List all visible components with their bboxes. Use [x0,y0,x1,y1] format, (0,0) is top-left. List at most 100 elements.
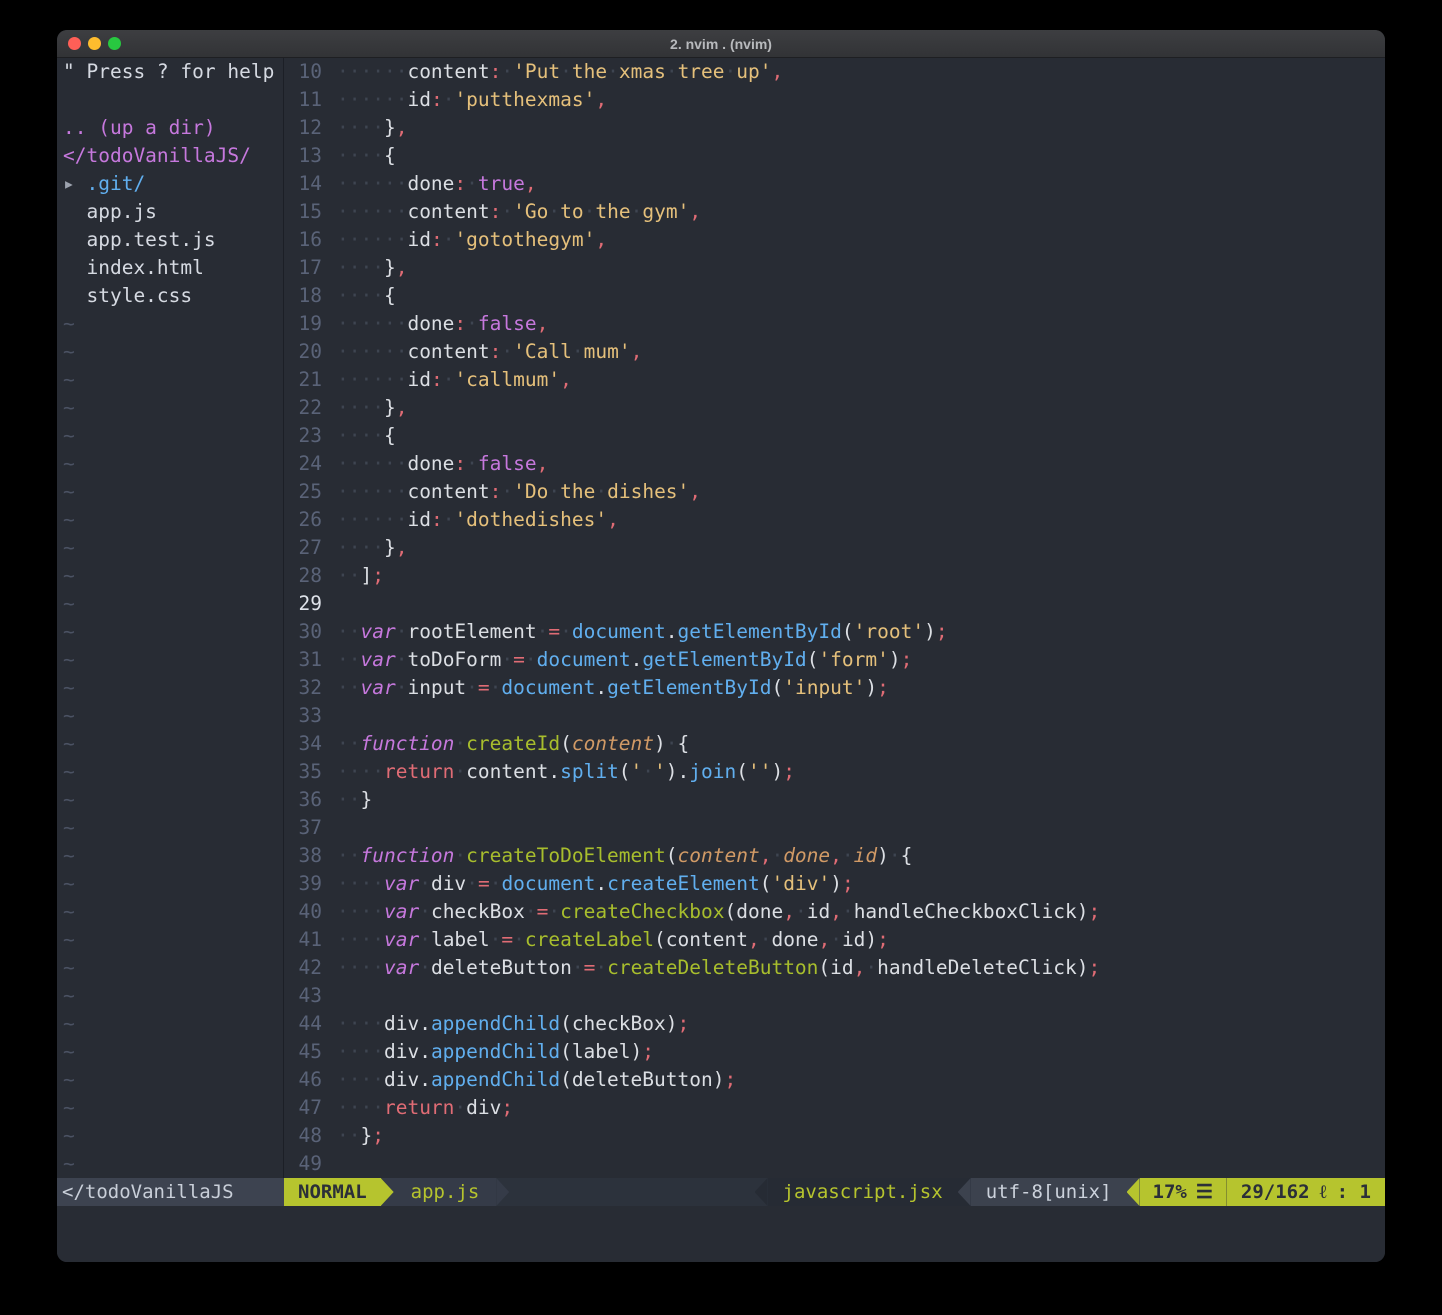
code-line-25[interactable]: 25 ······content:·'Do·the·dishes', [284,478,1385,506]
empty-line-tilde: ~ [63,310,283,338]
blank-line [63,86,283,114]
line-number: 26 [284,506,322,534]
empty-line-tilde: ~ [63,926,283,954]
line-number: 48 [284,1122,322,1150]
mode-indicator: NORMAL [284,1178,381,1206]
powerline-arrow-icon [755,1178,768,1206]
line-number: 17 [284,254,322,282]
code-line-15[interactable]: 15······content:·'Go·to·the·gym', [284,198,1385,226]
code-line-16[interactable]: 16······id:·'gotothegym', [284,226,1385,254]
code-text: ····}, [337,114,407,142]
code-line-31[interactable]: 31··var·toDoForm·=·document.getElementBy… [284,646,1385,674]
code-text: ····{ [337,142,396,170]
code-line-19[interactable]: 19······done:·false, [284,310,1385,338]
editor-buffer[interactable]: 10······content:·'Put·the·xmas·tree·up',… [284,58,1385,1178]
line-number: 25 [284,478,322,506]
code-text: ····{ [337,282,396,310]
code-line-28[interactable]: 28··]; [284,562,1385,590]
code-text: ····return·div; [337,1094,513,1122]
code-text: ····div.appendChild(deleteButton); [337,1066,736,1094]
lines-icon: ☰ [1196,1178,1213,1206]
code-line-44[interactable]: 44····div.appendChild(checkBox); [284,1010,1385,1038]
line-number: 23 [284,422,322,450]
code-line-46[interactable]: 46····div.appendChild(deleteButton); [284,1066,1385,1094]
code-line-38[interactable]: 38··function·createToDoElement(content,·… [284,842,1385,870]
code-line-23[interactable]: 23 ····{ [284,422,1385,450]
code-line-10[interactable]: 10······content:·'Put·the·xmas·tree·up', [284,58,1385,86]
code-line-37[interactable]: 37 [284,814,1385,842]
code-line-22[interactable]: 22····}, [284,394,1385,422]
code-line-24[interactable]: 24······done:·false, [284,450,1385,478]
code-line-45[interactable]: 45····div.appendChild(label); [284,1038,1385,1066]
line-number: 44 [284,1010,322,1038]
code-text: ······done:·false, [337,310,548,338]
line-number: 37 [284,814,322,842]
statusline: </todoVanillaJS NORMAL app.js javascript… [57,1178,1385,1206]
code-line-34[interactable]: 34··function·createId(content)·{ [284,730,1385,758]
code-line-43[interactable]: 43 [284,982,1385,1010]
code-line-35[interactable]: 35····return·content.split('·').join('')… [284,758,1385,786]
code-line-29[interactable]: 29 [284,590,1385,618]
line-number: 42 [284,954,322,982]
code-line-42[interactable]: 42 ····var·deleteButton·=·createDeleteBut… [284,954,1385,982]
expand-arrow-icon: ▸ [63,172,86,195]
code-line-41[interactable]: 41····var·label·=·createLabel(content,·d… [284,926,1385,954]
code-text: ······done:·true, [337,170,537,198]
code-line-11[interactable]: 11 ······id:·'putthexmas', [284,86,1385,114]
code-line-27[interactable]: 27····}, [284,534,1385,562]
line-number: 34 [284,730,322,758]
code-line-21[interactable]: 21······id:·'callmum', [284,366,1385,394]
line-number: 38 [284,842,322,870]
netrw-current-dir: </todoVanillaJS/ [63,142,283,170]
code-text: ······id:·'putthexmas', [337,86,607,114]
code-text: ····var·deleteButton·=·createDeleteButto… [337,954,1100,982]
code-line-47[interactable]: 47····return·div; [284,1094,1385,1122]
empty-line-tilde: ~ [63,954,283,982]
line-number-icon: ℓ [1320,1178,1327,1206]
code-line-20[interactable]: 20······content:·'Call·mum', [284,338,1385,366]
line-number: 32 [284,674,322,702]
explorer-item-style-css[interactable]: style.css [63,282,283,310]
code-text: ····return·content.split('·').join(''); [337,758,795,786]
line-number: 27 [284,534,322,562]
code-text: ··]; [337,562,384,590]
code-line-48[interactable]: 48 ··}; [284,1122,1385,1150]
code-line-12[interactable]: 12····}, [284,114,1385,142]
explorer-item-app-js[interactable]: app.js [63,198,283,226]
code-line-39[interactable]: 39····var·div·=·document.createElement('… [284,870,1385,898]
explorer-item-label: app.js [86,200,156,223]
code-line-49[interactable]: 49 [284,1150,1385,1178]
powerline-arrow-icon [1127,1178,1140,1206]
explorer-item-index-html[interactable]: index.html [63,254,283,282]
empty-line-tilde: ~ [63,814,283,842]
code-text: ······id:·'gotothegym', [337,226,607,254]
netrw-file-explorer: " Press ? for help.. (up a dir)</todoVan… [57,58,284,1178]
code-text: ······id:·'dothedishes', [337,506,619,534]
cursor-location: 29/162 ℓ : 1 [1226,1178,1385,1206]
line-number: 11 [284,86,322,114]
code-text: ····{ [337,422,396,450]
code-text: ······content:·'Do·the·dishes', [337,478,701,506]
powerline-arrow-icon [381,1178,394,1206]
code-line-32[interactable]: 32··var·input·=·document.getElementById(… [284,674,1385,702]
code-line-36[interactable]: 36··} [284,786,1385,814]
code-line-18[interactable]: 18····{ [284,282,1385,310]
explorer-item-git[interactable]: ▸ .git/ [63,170,283,198]
code-line-26[interactable]: 26 ······id:·'dothedishes', [284,506,1385,534]
empty-line-tilde: ~ [63,422,283,450]
code-line-14[interactable]: 14······done:·true, [284,170,1385,198]
code-line-30[interactable]: 30··var·rootElement·=·document.getElemen… [284,618,1385,646]
code-text: ····}, [337,394,407,422]
code-line-40[interactable]: 40····var·checkBox·=·createCheckbox(done… [284,898,1385,926]
empty-line-tilde: ~ [63,870,283,898]
netrw-up-dir[interactable]: .. (up a dir) [63,114,283,142]
code-line-33[interactable]: 33 [284,702,1385,730]
code-line-13[interactable]: 13····{ [284,142,1385,170]
empty-line-tilde: ~ [63,982,283,1010]
titlebar[interactable]: 2. nvim . (nvim) [57,30,1385,58]
line-number: 41 [284,926,322,954]
explorer-item-app-test-js[interactable]: app.test.js [63,226,283,254]
code-line-17[interactable]: 17····}, [284,254,1385,282]
code-text: ··}; [337,1122,384,1150]
command-line[interactable] [57,1206,1385,1262]
